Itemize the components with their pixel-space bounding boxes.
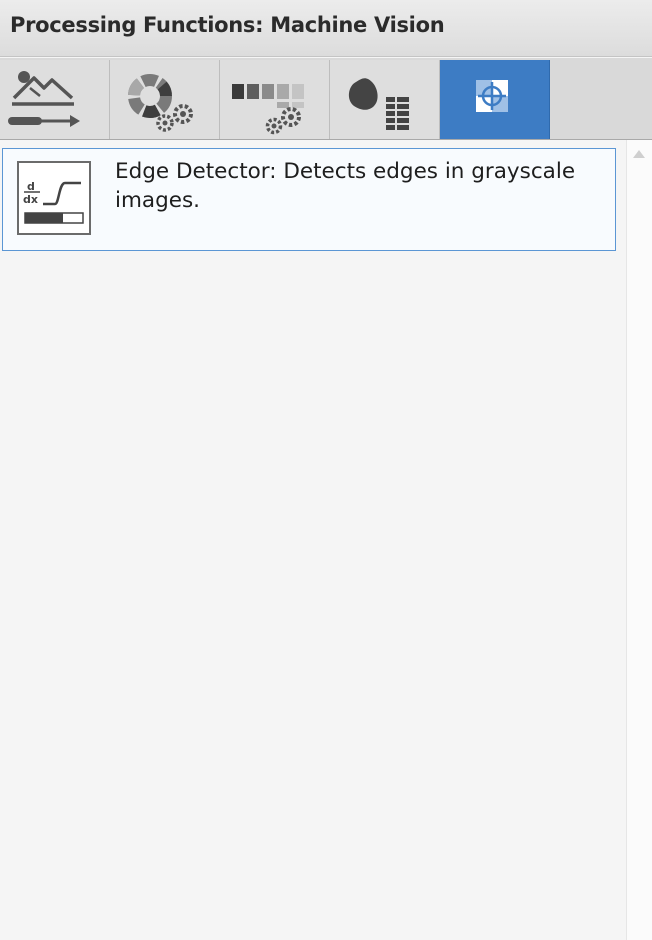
derivative-denominator: dx (23, 193, 38, 206)
function-description: Edge Detector: Detects edges in grayscal… (115, 159, 576, 213)
landscape-adjust-icon (8, 71, 80, 127)
vertical-scrollbar[interactable] (626, 140, 652, 940)
category-tabbar (0, 58, 652, 140)
function-list: d dx Edge Detector: Detects edges in gra… (0, 140, 626, 940)
scroll-up-arrow-icon[interactable] (633, 150, 645, 158)
panel-title: Processing Functions: Machine Vision (10, 13, 445, 37)
tabbar-filler (550, 60, 652, 139)
blob-table-icon (348, 78, 409, 130)
list-item-edge-detector[interactable]: d dx Edge Detector: Detects edges in gra… (2, 148, 616, 251)
derivative-numerator: d (27, 180, 35, 193)
derivative-edge-icon: d dx (17, 161, 91, 235)
tab-grayscale-processing[interactable] (220, 60, 330, 139)
color-wheel-gears-icon (128, 74, 193, 132)
tab-machine-vision[interactable] (440, 60, 550, 139)
crosshair-target-icon (476, 80, 508, 112)
panel-header: Processing Functions: Machine Vision (0, 0, 652, 57)
grayscale-bar-gears-icon (232, 84, 304, 135)
tab-blob-analysis[interactable] (330, 60, 440, 139)
tab-image-adjust[interactable] (0, 60, 110, 139)
tab-color-processing[interactable] (110, 60, 220, 139)
